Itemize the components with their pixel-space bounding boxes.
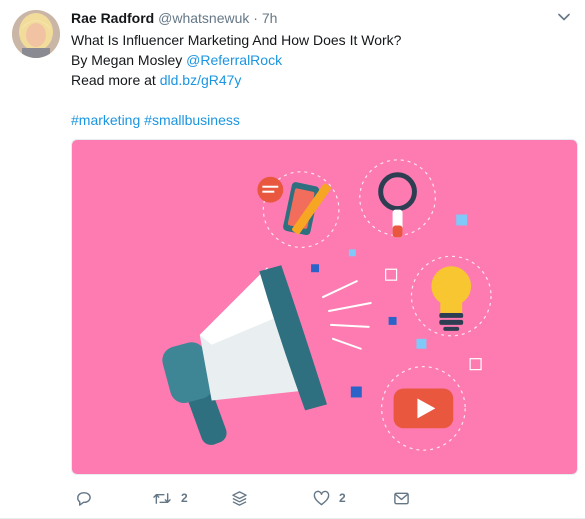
tweet-line-byline: By Megan Mosley @ReferralRock bbox=[71, 50, 566, 70]
tweet-line-title: What Is Influencer Marketing And How Doe… bbox=[71, 32, 402, 48]
like-button[interactable]: 2 bbox=[313, 487, 346, 509]
author-handle[interactable]: @whatsnewuk bbox=[158, 10, 249, 26]
magnifier-icon bbox=[359, 159, 436, 238]
chevron-down-icon[interactable] bbox=[557, 10, 571, 24]
phone-pencil-icon bbox=[257, 171, 340, 248]
byline-text: By Megan Mosley bbox=[71, 52, 187, 68]
buffer-button[interactable] bbox=[231, 487, 248, 509]
hashtag-line: #marketing #smallbusiness bbox=[71, 110, 566, 130]
tweet-actions: 2 2 bbox=[71, 487, 491, 509]
author-name[interactable]: Rae Radford bbox=[71, 10, 154, 26]
video-play-icon bbox=[381, 366, 466, 451]
tweet-text: What Is Influencer Marketing And How Doe… bbox=[71, 30, 566, 130]
lightbulb-icon bbox=[410, 255, 492, 337]
tweet-timestamp[interactable]: 7h bbox=[262, 10, 278, 26]
tweet-header: Rae Radford @whatsnewuk · 7h bbox=[71, 9, 277, 28]
retweet-button[interactable]: 2 bbox=[152, 487, 188, 509]
tweet-media-image[interactable] bbox=[71, 139, 578, 475]
article-link[interactable]: dld.bz/gR47y bbox=[160, 72, 242, 88]
hashtag-marketing[interactable]: #marketing bbox=[71, 112, 140, 128]
readmore-text: Read more at bbox=[71, 72, 160, 88]
direct-message-button[interactable] bbox=[393, 487, 410, 509]
sound-lines bbox=[322, 280, 372, 350]
buffer-stack-icon bbox=[232, 490, 247, 506]
megaphone-illustration bbox=[162, 159, 492, 451]
envelope-icon bbox=[394, 492, 409, 504]
tweet-line-readmore: Read more at dld.bz/gR47y bbox=[71, 70, 566, 90]
heart-icon bbox=[313, 490, 330, 505]
avatar[interactable] bbox=[12, 10, 60, 58]
hashtag-smallbusiness[interactable]: #smallbusiness bbox=[144, 112, 240, 128]
mention-link[interactable]: @ReferralRock bbox=[186, 52, 282, 68]
tweet-card[interactable]: Rae Radford @whatsnewuk · 7h What Is Inf… bbox=[0, 0, 585, 519]
like-count: 2 bbox=[339, 491, 346, 505]
retweet-count: 2 bbox=[181, 491, 188, 505]
reply-button[interactable] bbox=[75, 487, 101, 509]
avatar-image bbox=[12, 10, 60, 58]
retweet-icon bbox=[153, 492, 171, 504]
reply-icon bbox=[77, 491, 91, 506]
separator-dot: · bbox=[253, 10, 258, 26]
